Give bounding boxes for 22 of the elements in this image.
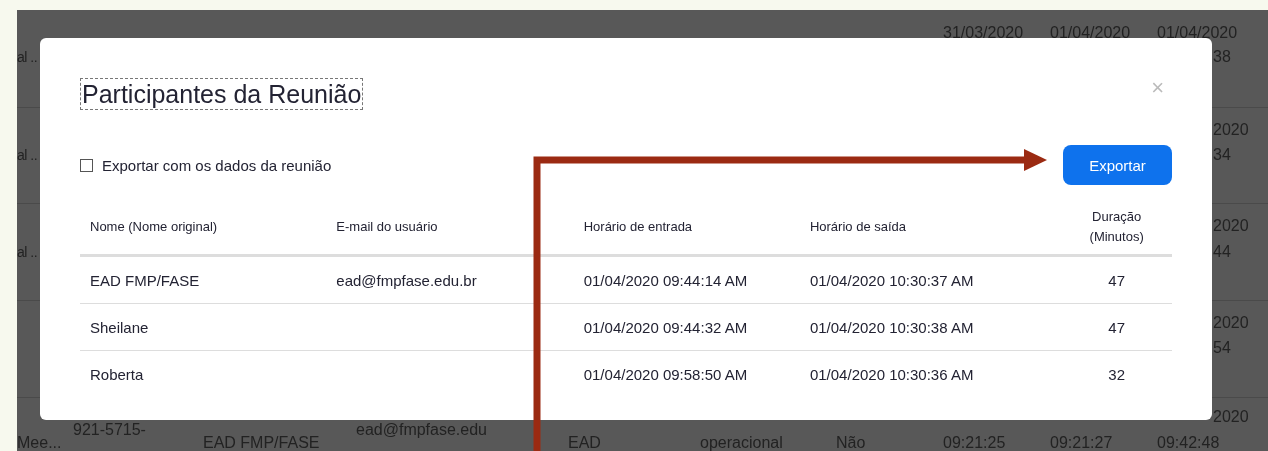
- table-cell: EAD FMP/FASE: [90, 271, 200, 289]
- table-cell: 47: [1108, 318, 1125, 336]
- export-button[interactable]: Exportar: [1063, 145, 1172, 185]
- table-cell: 47: [1108, 271, 1125, 289]
- column-header: Horário de entrada: [583, 219, 693, 234]
- table-cell: Sheilane: [90, 318, 149, 336]
- table-cell: ead@fmpfase.edu.br: [336, 271, 477, 289]
- table-cell: Roberta: [90, 365, 144, 383]
- checkbox[interactable]: [80, 158, 93, 172]
- table-cell: 01/04/2020 10:30:37 AM: [809, 271, 974, 289]
- table-cell: 01/04/2020 09:44:14 AM: [583, 271, 748, 289]
- column-header: E-mail do usuário: [336, 219, 438, 234]
- column-header: Horário de saída: [809, 219, 907, 234]
- table-cell: 01/04/2020 10:30:36 AM: [809, 365, 974, 383]
- column-header: Duração (Minutos): [1088, 207, 1145, 246]
- dialog-title: Participantes da Reunião: [80, 78, 364, 110]
- checkbox-label: Exportar com os dados da reunião: [102, 156, 332, 174]
- table-cell: 01/04/2020 09:58:50 AM: [583, 365, 748, 383]
- table-cell: 01/04/2020 10:30:38 AM: [809, 318, 974, 336]
- table-cell: 32: [1108, 365, 1125, 383]
- table-cell: 01/04/2020 09:44:32 AM: [583, 318, 748, 336]
- column-header: Nome (Nome original): [90, 219, 218, 234]
